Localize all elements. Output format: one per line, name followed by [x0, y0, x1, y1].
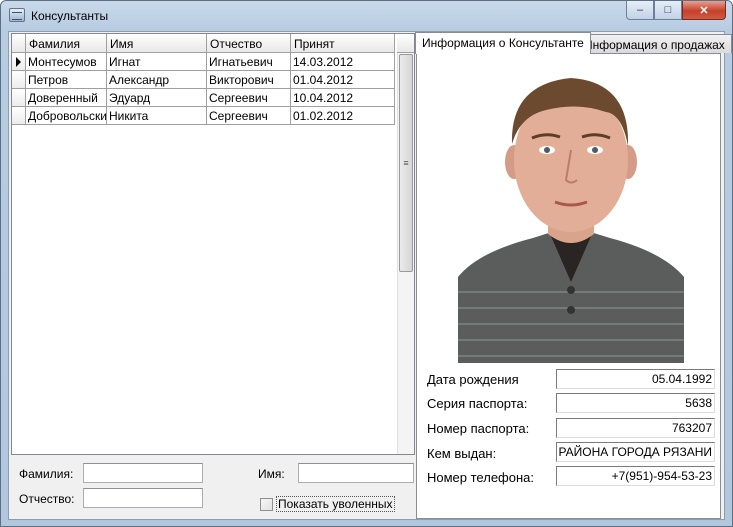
close-button[interactable]: ✕ [682, 1, 726, 20]
grip-icon: ≡ [403, 158, 409, 168]
passport-number-field[interactable]: 763207 [556, 418, 715, 438]
cell-first-name[interactable]: Эдуард [107, 89, 207, 107]
birth-date-label: Дата рождения [427, 372, 519, 387]
cell-first-name[interactable]: Никита [107, 107, 207, 125]
cell-hired[interactable]: 10.04.2012 [291, 89, 395, 107]
cell-first-name[interactable]: Игнат [107, 53, 207, 71]
cell-middle-name[interactable]: Сергеевич [207, 107, 291, 125]
consultant-photo [458, 62, 684, 363]
scrollbar-corner [397, 34, 414, 53]
cell-last-name[interactable]: Монтесумов [26, 53, 107, 71]
row-indicator[interactable] [12, 89, 26, 107]
last-name-filter-label: Фамилия: [19, 467, 74, 481]
row-indicator[interactable] [12, 71, 26, 89]
title-bar[interactable]: Консультанты ‒ □ ✕ [1, 1, 732, 31]
row-indicator-header [12, 34, 26, 53]
cell-middle-name[interactable]: Сергеевич [207, 89, 291, 107]
column-header-middle-name[interactable]: Отчество [207, 34, 291, 53]
app-icon [9, 8, 25, 22]
cell-first-name[interactable]: Александр [107, 71, 207, 89]
issued-by-label: Кем выдан: [427, 446, 497, 461]
table-row[interactable]: Монтесумов Игнат Игнатьевич 14.03.2012 [12, 53, 396, 71]
issued-by-field[interactable]: ГО РАЙОНА ГОРОДА РЯЗАНИ [556, 442, 715, 462]
current-row-arrow-icon [16, 57, 21, 67]
cell-hired[interactable]: 14.03.2012 [291, 53, 395, 71]
maximize-button[interactable]: □ [654, 1, 682, 20]
tab-sales-info[interactable]: Информация о продажах [577, 34, 732, 53]
table-row[interactable]: Петров Александр Викторович 01.04.2012 [12, 71, 396, 89]
phone-label: Номер телефона: [427, 470, 534, 485]
cell-middle-name[interactable]: Викторович [207, 71, 291, 89]
column-header-hired[interactable]: Принят [291, 34, 395, 53]
passport-number-label: Номер паспорта: [427, 421, 530, 436]
window-controls: ‒ □ ✕ [626, 1, 726, 21]
grid-header: Фамилия Имя Отчество Принят [12, 34, 396, 53]
table-row[interactable]: Добровольский Никита Сергеевич 01.02.201… [12, 107, 396, 125]
first-name-filter-input[interactable] [298, 463, 414, 483]
scrollbar-thumb[interactable]: ≡ [399, 54, 413, 272]
client-area: Фамилия Имя Отчество Принят Монтесумов И… [8, 31, 732, 520]
column-header-first-name[interactable]: Имя [107, 34, 207, 53]
cell-hired[interactable]: 01.02.2012 [291, 107, 395, 125]
cell-hired[interactable]: 01.04.2012 [291, 71, 395, 89]
column-header-last-name[interactable]: Фамилия [26, 34, 107, 53]
minimize-icon: ‒ [636, 4, 644, 16]
middle-name-filter-input[interactable] [83, 488, 203, 508]
middle-name-filter-label: Отчество: [19, 492, 75, 506]
first-name-filter-label: Имя: [258, 467, 285, 481]
maximize-icon: □ [664, 4, 672, 16]
cell-last-name[interactable]: Добровольский [26, 107, 107, 125]
passport-series-label: Серия паспорта: [427, 396, 528, 411]
last-name-filter-input[interactable] [83, 463, 203, 483]
tab-consultant-info[interactable]: Информация о Консультанте [415, 32, 591, 54]
passport-series-field[interactable]: 5638 [556, 393, 715, 413]
table-row[interactable]: Доверенный Эдуард Сергеевич 10.04.2012 [12, 89, 396, 107]
show-fired-checkbox[interactable] [260, 498, 273, 511]
grid-vertical-scrollbar[interactable]: ≡ [397, 53, 414, 454]
cell-last-name[interactable]: Петров [26, 71, 107, 89]
app-window: Консультанты ‒ □ ✕ Фамилия Имя Отчество … [0, 0, 733, 527]
phone-field[interactable]: +7(951)-954-53-23 [556, 466, 715, 486]
minimize-button[interactable]: ‒ [626, 1, 654, 20]
cell-middle-name[interactable]: Игнатьевич [207, 53, 291, 71]
cell-last-name[interactable]: Доверенный [26, 89, 107, 107]
show-fired-label[interactable]: Показать уволенных [276, 496, 395, 512]
person-photo-image [458, 78, 684, 363]
row-indicator[interactable] [12, 53, 26, 71]
consultant-info-panel: Дата рождения 05.04.1992 Серия паспорта:… [416, 53, 721, 519]
consultants-grid[interactable]: Фамилия Имя Отчество Принят Монтесумов И… [11, 33, 415, 455]
row-indicator[interactable] [12, 107, 26, 125]
birth-date-field[interactable]: 05.04.1992 [556, 369, 715, 389]
window-title: Консультанты [31, 9, 109, 23]
close-icon: ✕ [699, 4, 709, 17]
